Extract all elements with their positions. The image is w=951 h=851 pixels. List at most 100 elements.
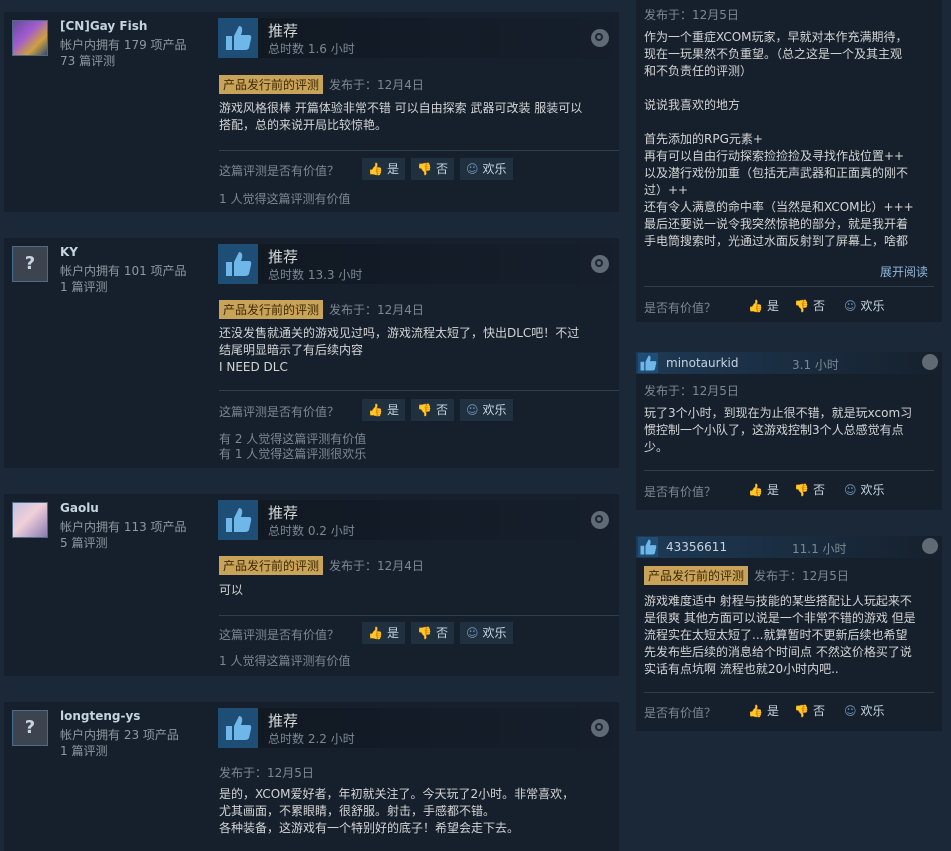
- author-products[interactable]: 帐户内拥有 23 项产品: [60, 726, 179, 743]
- posted-date: 发布于：12月5日: [219, 766, 314, 780]
- divider: [219, 150, 619, 151]
- author-products[interactable]: 帐户内拥有 113 项产品: [60, 518, 187, 535]
- divider: [644, 286, 934, 287]
- vote-yes-button[interactable]: 👍 是: [362, 622, 405, 644]
- vote-no-label: 否: [812, 704, 825, 718]
- posted-date: 发布于：12月5日: [644, 8, 739, 22]
- thumbs-up-icon: [218, 18, 258, 58]
- avatar[interactable]: [12, 502, 48, 538]
- thumbs-up-icon: 👍: [368, 162, 383, 176]
- vote-no-button[interactable]: 👎 否: [411, 399, 454, 421]
- side-review-card: 43356611 11.1 小时 产品发行前的评测 发布于：12月5日 游戏难度适…: [636, 536, 942, 731]
- review-header[interactable]: 推荐 总时数 0.2 小时: [218, 500, 613, 540]
- smiley-icon: ☺: [844, 483, 857, 497]
- playtime: 11.1 小时: [792, 542, 847, 556]
- prerelease-badge: 产品发行前的评测: [219, 75, 324, 94]
- author-review-count[interactable]: 5 篇评测: [60, 534, 107, 551]
- vote-no-button[interactable]: 👎 否: [788, 700, 831, 722]
- review-header[interactable]: 推荐 总时数 1.6 小时: [218, 18, 613, 58]
- vote-funny-label: 欢乐: [860, 704, 885, 718]
- review-header[interactable]: 推荐 总时数 2.2 小时: [218, 708, 613, 748]
- author-review-count[interactable]: 1 篇评测: [60, 742, 107, 759]
- author-name[interactable]: KY: [60, 245, 78, 259]
- vote-yes-label: 是: [766, 704, 779, 718]
- steam-icon: [591, 255, 609, 273]
- thumbs-up-icon: 👍: [368, 403, 383, 417]
- playtime: 总时数 1.6 小时: [268, 42, 355, 56]
- helpful-question: 是否有价值？: [644, 706, 717, 720]
- review-meta: 产品发行前的评测 发布于：12月4日: [219, 75, 424, 94]
- vote-funny-label: 欢乐: [860, 483, 885, 497]
- author-review-count[interactable]: 73 篇评测: [60, 52, 115, 69]
- helpful-question: 是否有价值？: [644, 485, 717, 499]
- thumbs-up-icon: 👍: [748, 483, 763, 497]
- vote-yes-button[interactable]: 👍 是: [362, 399, 405, 421]
- thumbs-up-icon: [638, 353, 658, 373]
- divider: [219, 390, 619, 391]
- playtime: 总时数 0.2 小时: [268, 524, 355, 538]
- expand-link[interactable]: 展开阅读: [880, 263, 928, 280]
- review-card: [CN]Gay Fish 帐户内拥有 179 项产品 73 篇评测 推荐 总时数…: [4, 12, 619, 212]
- review-meta: 产品发行前的评测 发布于：12月4日: [219, 300, 424, 319]
- playtime: 3.1 小时: [792, 358, 839, 372]
- review-body: 游戏难度适中 射程与技能的某些搭配让人玩起来不 是很爽 其他方面可以说是一个非常…: [644, 594, 916, 676]
- smiley-icon: ☺: [466, 626, 479, 640]
- review-header[interactable]: minotaurkid 3.1 小时: [636, 352, 942, 374]
- steam-icon: [922, 354, 938, 370]
- vote-yes-button[interactable]: 👍 是: [362, 158, 405, 180]
- posted-date: 发布于：12月4日: [329, 303, 424, 317]
- vote-no-button[interactable]: 👎 否: [411, 158, 454, 180]
- recommend-label: 推荐: [268, 22, 299, 40]
- thumbs-down-icon: 👎: [794, 704, 809, 718]
- author-name[interactable]: longteng-ys: [60, 709, 140, 723]
- author-products[interactable]: 帐户内拥有 179 项产品: [60, 36, 187, 53]
- avatar[interactable]: ?: [12, 710, 48, 746]
- vote-no-button[interactable]: 👎 否: [788, 295, 831, 317]
- helpful-question: 这篇评测是否有价值？: [219, 164, 340, 178]
- vote-yes-button[interactable]: 👍 是: [742, 295, 785, 317]
- review-body: 还没发售就通关的游戏见过吗，游戏流程太短了，快出DLC吧！不过 结尾明显暗示了有…: [219, 326, 580, 374]
- prerelease-badge: 产品发行前的评测: [644, 566, 749, 585]
- posted-date: 发布于：12月4日: [329, 559, 424, 573]
- helpful-question: 是否有价值？: [644, 301, 717, 315]
- smiley-icon: ☺: [466, 403, 479, 417]
- vote-yes-button[interactable]: 👍 是: [742, 479, 785, 501]
- steam-icon: [591, 511, 609, 529]
- vote-funny-button[interactable]: ☺ 欢乐: [460, 622, 513, 644]
- vote-no-button[interactable]: 👎 否: [411, 622, 454, 644]
- vote-no-button[interactable]: 👎 否: [788, 479, 831, 501]
- review-body: 游戏风格很棒 开篇体验非常不错 可以自由探索 武器可改装 服装可以 搭配，总的来…: [219, 101, 583, 132]
- vote-funny-label: 欢乐: [482, 626, 507, 640]
- thumbs-up-icon: [218, 500, 258, 540]
- thumbs-down-icon: 👎: [794, 483, 809, 497]
- avatar[interactable]: ?: [12, 246, 48, 282]
- thumbs-down-icon: 👎: [794, 299, 809, 313]
- helpful-count: 1 人觉得这篇评测有价值: [219, 192, 351, 206]
- review-header[interactable]: 推荐 总时数 13.3 小时: [218, 244, 613, 284]
- vote-yes-button[interactable]: 👍 是: [742, 700, 785, 722]
- vote-funny-button[interactable]: ☺ 欢乐: [838, 700, 891, 722]
- review-card: ? KY 帐户内拥有 101 项产品 1 篇评测 推荐 总时数 13.3 小时 …: [4, 238, 619, 468]
- author-name[interactable]: Gaolu: [60, 501, 99, 515]
- review-header[interactable]: 43356611 11.1 小时: [636, 536, 942, 558]
- vote-funny-button[interactable]: ☺ 欢乐: [460, 158, 513, 180]
- thumbs-up-icon: 👍: [748, 704, 763, 718]
- steam-icon: [591, 719, 609, 737]
- vote-funny-button[interactable]: ☺ 欢乐: [838, 479, 891, 501]
- avatar[interactable]: [12, 20, 48, 56]
- vote-yes-label: 是: [766, 483, 779, 497]
- posted-date: 发布于：12月5日: [754, 569, 849, 583]
- smiley-icon: ☺: [466, 162, 479, 176]
- thumbs-up-icon: [218, 244, 258, 284]
- vote-funny-button[interactable]: ☺ 欢乐: [838, 295, 891, 317]
- helpful-count: 1 人觉得这篇评测有价值: [219, 654, 351, 668]
- author-name[interactable]: minotaurkid: [666, 356, 738, 370]
- vote-funny-label: 欢乐: [482, 162, 507, 176]
- author-products[interactable]: 帐户内拥有 101 项产品: [60, 262, 187, 279]
- author-name[interactable]: 43356611: [666, 540, 727, 554]
- author-name[interactable]: [CN]Gay Fish: [60, 19, 147, 33]
- vote-funny-button[interactable]: ☺ 欢乐: [460, 399, 513, 421]
- thumbs-down-icon: 👎: [417, 626, 432, 640]
- author-review-count[interactable]: 1 篇评测: [60, 278, 107, 295]
- prerelease-badge: 产品发行前的评测: [219, 300, 324, 319]
